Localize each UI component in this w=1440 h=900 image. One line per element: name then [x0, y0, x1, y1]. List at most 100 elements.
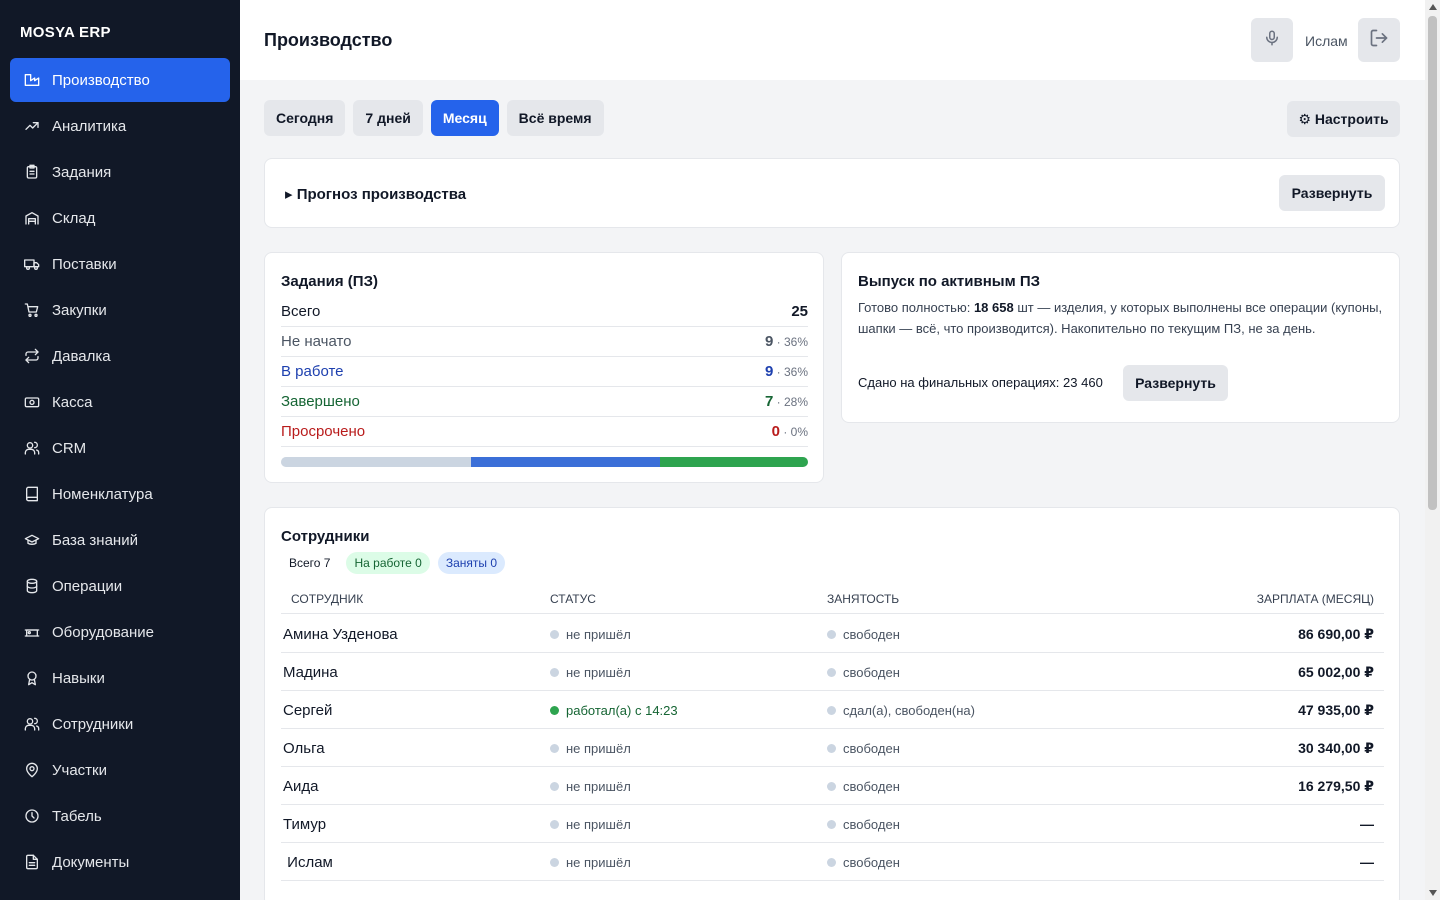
sidebar-item-label: Сотрудники: [52, 715, 134, 733]
page-title: Производство: [264, 30, 393, 50]
employee-occupancy: свободен: [827, 627, 900, 642]
table-row[interactable]: Ольга не пришёл свободен 30 340,00 ₽: [281, 729, 1384, 767]
sidebar-item-crm[interactable]: CRM: [10, 426, 230, 470]
task-status-label: В работе: [281, 363, 344, 380]
forecast-toggle[interactable]: ▸ Прогноз производства: [285, 185, 466, 203]
occupancy-dot-icon: [827, 820, 836, 829]
handed-final-ops: Сдано на финальных операциях: 23 460: [858, 375, 1103, 390]
employee-status: не пришёл: [550, 741, 631, 756]
sidebar-item-sites[interactable]: Участки: [10, 748, 230, 792]
task-status-label: Просрочено: [281, 423, 366, 440]
scroll-thumb[interactable]: [1428, 16, 1437, 510]
status-text: не пришёл: [566, 665, 631, 680]
task-status-label: Завершено: [281, 393, 360, 410]
sidebar-item-equipment[interactable]: Оборудование: [10, 610, 230, 654]
brand-logo: MOSYA ERP: [20, 24, 111, 41]
employee-status: не пришёл: [550, 627, 631, 642]
staff-chips: Всего 7 На работе 0 Заняты 0: [281, 552, 513, 574]
chip-total: Всего 7: [281, 552, 339, 574]
progress-segment-completed: [660, 457, 808, 467]
employee-occupancy: свободен: [827, 741, 900, 756]
col-employee: СОТРУДНИК: [291, 592, 364, 606]
sidebar-item-deliveries[interactable]: Поставки: [10, 242, 230, 286]
cart-icon: [24, 302, 40, 318]
sidebar-item-skills[interactable]: Навыки: [10, 656, 230, 700]
occupancy-text: свободен: [843, 817, 900, 832]
period-tab-1[interactable]: 7 дней: [353, 100, 423, 136]
task-percent: · 36%: [773, 335, 808, 349]
page-scrollbar[interactable]: [1425, 0, 1440, 900]
sidebar-item-production[interactable]: Производство: [10, 58, 230, 102]
output-expand-button[interactable]: Развернуть: [1123, 365, 1228, 401]
table-row[interactable]: Тимур не пришёл свободен —: [281, 805, 1384, 843]
tasks-total-row: Всего 25: [281, 297, 808, 327]
configure-button[interactable]: ⚙ Настроить: [1287, 101, 1400, 137]
sidebar-item-purchases[interactable]: Закупки: [10, 288, 230, 332]
sidebar-item-employees[interactable]: Сотрудники: [10, 702, 230, 746]
sidebar-item-label: Закупки: [52, 301, 107, 319]
employee-status: работал(а) с 14:23: [550, 703, 678, 718]
sidebar-item-tolling[interactable]: Давалка: [10, 334, 230, 378]
staff-card: Сотрудники Всего 7 На работе 0 Заняты 0 …: [264, 507, 1400, 900]
table-row[interactable]: Аида не пришёл свободен 16 279,50 ₽: [281, 767, 1384, 805]
output-description: Готово полностью: 18 658 шт — изделия, у…: [858, 297, 1388, 339]
employee-name: Аида: [283, 778, 319, 795]
employee-occupancy: сдал(а), свободен(на): [827, 703, 975, 718]
sidebar-item-timesheet[interactable]: Табель: [10, 794, 230, 838]
col-occupancy: ЗАНЯТОСТЬ: [827, 592, 900, 606]
scroll-down-arrow-icon[interactable]: [1429, 890, 1437, 896]
occupancy-dot-icon: [827, 706, 836, 715]
period-tab-3[interactable]: Всё время: [506, 100, 604, 136]
table-row[interactable]: Ислам не пришёл свободен —: [281, 843, 1384, 881]
occupancy-text: сдал(а), свободен(на): [843, 703, 975, 718]
employee-salary: 86 690,00 ₽: [1298, 626, 1374, 642]
topbar: Производство Ислам: [240, 0, 1425, 80]
status-dot-icon: [550, 858, 559, 867]
ready-label: Готово полностью:: [858, 300, 971, 315]
period-tab-0[interactable]: Сегодня: [264, 100, 346, 136]
sidebar-item-label: Документы: [52, 853, 130, 871]
employee-name: Тимур: [283, 816, 327, 833]
employee-occupancy: свободен: [827, 779, 900, 794]
status-dot-icon: [550, 630, 559, 639]
forecast-expand-button[interactable]: Развернуть: [1279, 175, 1385, 211]
exchange-icon: [24, 348, 40, 364]
sidebar-item-label: Номенклатура: [52, 485, 153, 503]
task-status-value: 9 · 36%: [765, 363, 808, 380]
document-icon: [24, 854, 40, 870]
chip-busy[interactable]: Заняты 0: [437, 552, 506, 574]
tasks-status-row: В работе 9 · 36%: [281, 357, 808, 387]
table-row[interactable]: Сергей работал(а) с 14:23 сдал(а), свободе…: [281, 691, 1384, 729]
sidebar-item-nomenclature[interactable]: Номенклатура: [10, 472, 230, 516]
sidebar-item-warehouse[interactable]: Склад: [10, 196, 230, 240]
period-tab-2[interactable]: Месяц: [430, 100, 499, 136]
sidebar-item-tasks[interactable]: Задания: [10, 150, 230, 194]
period-tabs: Сегодня 7 дней Месяц Всё время: [264, 100, 612, 136]
scroll-up-arrow-icon[interactable]: [1429, 4, 1437, 10]
tasks-status-row: Не начато 9 · 36%: [281, 327, 808, 357]
sidebar-item-documents[interactable]: Документы: [10, 840, 230, 884]
mic-button[interactable]: [1251, 18, 1293, 62]
status-text: не пришёл: [566, 855, 631, 870]
ready-unit: шт: [1017, 300, 1034, 315]
occupancy-dot-icon: [827, 630, 836, 639]
table-row[interactable]: Мадина не пришёл свободен 65 002,00 ₽: [281, 653, 1384, 691]
sidebar-item-knowledge-base[interactable]: База знаний: [10, 518, 230, 562]
sidebar-item-label: База знаний: [52, 531, 138, 549]
sidebar-item-analytics[interactable]: Аналитика: [10, 104, 230, 148]
employee-status: не пришёл: [550, 665, 631, 680]
table-row[interactable]: Амина Узденова не пришёл свободен 86 690,00…: [281, 615, 1384, 653]
employee-salary: —: [1360, 854, 1374, 870]
chip-at-work[interactable]: На работе 0: [346, 552, 430, 574]
tasks-total-label: Всего: [281, 303, 321, 320]
employee-status: не пришёл: [550, 779, 631, 794]
factory-icon: [24, 72, 40, 88]
employee-status: не пришёл: [550, 855, 631, 870]
logout-button[interactable]: [1358, 18, 1400, 62]
clock-icon: [24, 808, 40, 824]
sidebar-item-operations[interactable]: Операции: [10, 564, 230, 608]
award-icon: [24, 670, 40, 686]
task-status-value: 0 · 0%: [772, 423, 808, 440]
warehouse-icon: [24, 210, 40, 226]
sidebar-item-cash[interactable]: Касса: [10, 380, 230, 424]
